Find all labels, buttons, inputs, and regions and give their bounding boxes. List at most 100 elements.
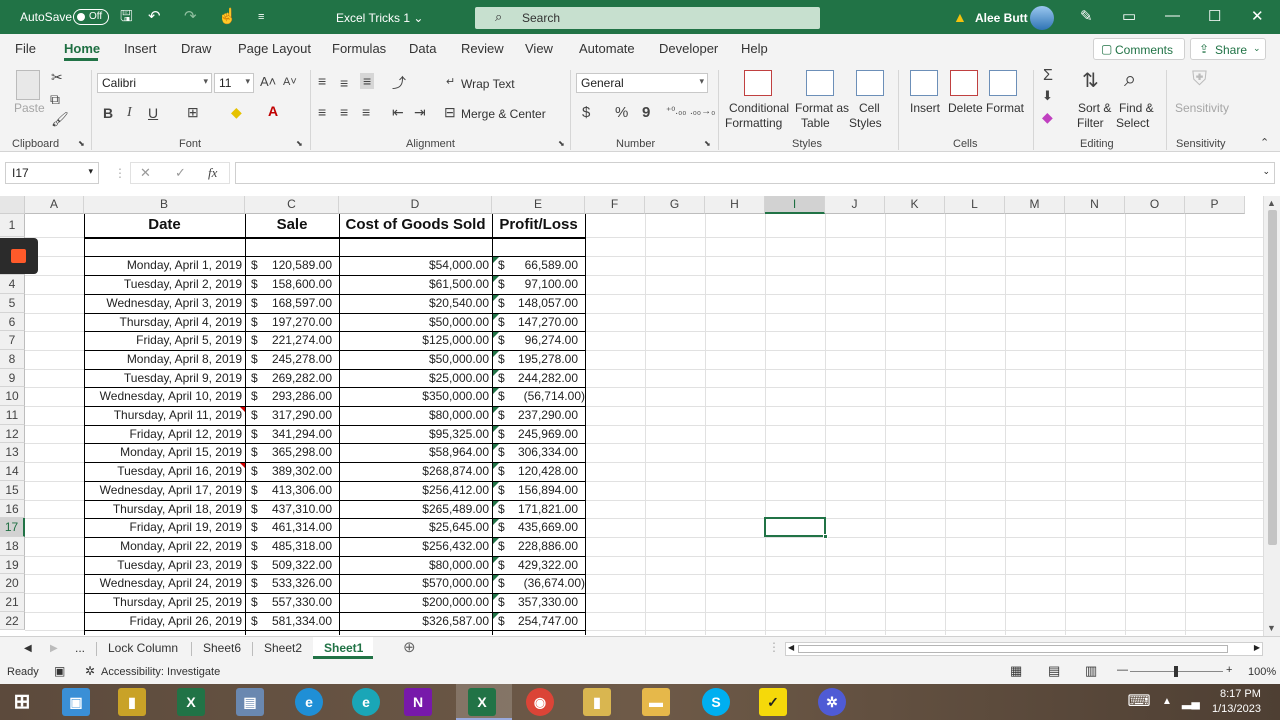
- table-header-cell[interactable]: Sale: [245, 216, 339, 233]
- table-cell-date[interactable]: Thursday, April 18, 2019: [84, 500, 245, 519]
- tab-insert[interactable]: Insert: [124, 41, 157, 56]
- scrollbar-thumb[interactable]: [798, 645, 1228, 653]
- scroll-down-icon[interactable]: ▼: [1267, 623, 1276, 633]
- table-cell-profit[interactable]: 435,669.00: [492, 518, 585, 537]
- table-cell-sale[interactable]: 533,326.00: [245, 574, 335, 593]
- font-name-select[interactable]: Calibri ▾: [97, 73, 212, 93]
- table-cell-cogs[interactable]: $58,964.00: [339, 443, 492, 462]
- fill-handle[interactable]: [823, 534, 828, 539]
- sheet-tab-sheet1[interactable]: Sheet1: [324, 641, 363, 655]
- wrap-text-button[interactable]: Wrap Text: [461, 77, 515, 91]
- row-header[interactable]: 7: [0, 331, 25, 350]
- table-cell-profit[interactable]: 96,274.00: [492, 331, 585, 350]
- orientation-icon[interactable]: ⤴: [392, 73, 406, 93]
- table-cell-profit[interactable]: 244,282.00: [492, 369, 585, 388]
- table-cell-sale[interactable]: 221,274.00: [245, 331, 335, 350]
- row-header[interactable]: 16: [0, 500, 25, 518]
- tab-data[interactable]: Data: [409, 41, 436, 56]
- table-cell-cogs[interactable]: $50,000.00: [339, 313, 492, 332]
- row-header[interactable]: 15: [0, 481, 25, 500]
- borders-icon[interactable]: ⊞: [187, 104, 199, 121]
- scroll-right-icon[interactable]: ▶: [1254, 643, 1260, 652]
- cell-styles-icon[interactable]: [856, 70, 884, 96]
- table-cell-sale[interactable]: 365,298.00: [245, 443, 335, 462]
- expand-formula-icon[interactable]: ⌄: [1262, 166, 1270, 177]
- network-icon[interactable]: ▂▄: [1180, 688, 1202, 716]
- sheet-tab-sheet6[interactable]: Sheet6: [203, 641, 241, 655]
- row-header[interactable]: 8: [0, 350, 25, 369]
- insert-cells-icon[interactable]: [910, 70, 938, 96]
- excel-app-icon[interactable]: X: [177, 688, 205, 716]
- column-header-p[interactable]: P: [1185, 196, 1245, 214]
- table-cell-cogs[interactable]: $25,645.00: [339, 518, 492, 537]
- document-title[interactable]: Excel Tricks 1 ⌄: [336, 11, 423, 25]
- recording-overlay-button[interactable]: [0, 238, 38, 274]
- merge-center-icon[interactable]: ⊟: [444, 104, 456, 121]
- table-cell-profit[interactable]: 148,057.00: [492, 294, 585, 313]
- table-cell-cogs[interactable]: $25,000.00: [339, 369, 492, 388]
- table-cell-cogs[interactable]: $125,000.00: [339, 331, 492, 350]
- align-left-icon[interactable]: ≡: [318, 104, 326, 120]
- show-hidden-icons[interactable]: ▲: [1158, 688, 1176, 716]
- touch-mode-icon[interactable]: ☝: [218, 8, 237, 26]
- tab-file[interactable]: File: [15, 41, 36, 56]
- conditional-formatting-label-2[interactable]: Formatting: [725, 116, 782, 130]
- alignment-launcher-icon[interactable]: ⬊: [558, 139, 565, 148]
- table-cell-profit[interactable]: 156,894.00: [492, 481, 585, 500]
- skype-icon[interactable]: S: [702, 688, 730, 716]
- save-icon[interactable]: 🖫: [120, 8, 133, 26]
- table-cell-profit[interactable]: 306,334.00: [492, 443, 585, 462]
- close-icon[interactable]: ✕: [1251, 7, 1264, 25]
- customize-qat-icon[interactable]: ≡: [258, 8, 264, 26]
- cell-styles-label-1[interactable]: Cell: [859, 101, 880, 115]
- row-header[interactable]: 10: [0, 387, 25, 406]
- folder-icon[interactable]: ▬: [642, 688, 670, 716]
- maximize-icon[interactable]: ☐: [1208, 7, 1221, 25]
- tab-view[interactable]: View: [525, 41, 553, 56]
- italic-button[interactable]: I: [127, 105, 132, 121]
- bottom-align-icon[interactable]: ≡: [360, 73, 375, 89]
- insert-cells-button[interactable]: Insert: [910, 101, 940, 115]
- column-header-k[interactable]: K: [885, 196, 945, 214]
- comments-button[interactable]: ▢ Comments: [1093, 38, 1185, 60]
- table-cell-cogs[interactable]: $20,540.00: [339, 294, 492, 313]
- column-header-n[interactable]: N: [1065, 196, 1125, 214]
- format-as-table-label-1[interactable]: Format as: [795, 101, 849, 115]
- column-header-c[interactable]: C: [245, 196, 339, 214]
- keyboard-icon[interactable]: ⌨: [1124, 688, 1154, 716]
- table-cell-sale[interactable]: 581,334.00: [245, 612, 335, 631]
- settings-gear-icon[interactable]: ✲: [818, 688, 846, 716]
- table-cell-date[interactable]: Wednesday, April 17, 2019: [84, 481, 245, 500]
- table-cell-sale[interactable]: 461,314.00: [245, 518, 335, 537]
- table-cell-cogs[interactable]: $268,874.00: [339, 462, 492, 481]
- table-cell-date[interactable]: Monday, April 15, 2019: [84, 443, 245, 462]
- cancel-formula-icon[interactable]: ✕: [140, 165, 151, 181]
- table-cell-date[interactable]: Tuesday, April 9, 2019: [84, 369, 245, 388]
- table-cell-profit[interactable]: (36,674.00): [492, 574, 585, 593]
- format-cells-icon[interactable]: [989, 70, 1017, 96]
- sheet-tab-lock-column[interactable]: Lock Column: [108, 641, 178, 655]
- share-button[interactable]: ⇪ Share ⌄: [1190, 38, 1266, 60]
- wrap-text-icon[interactable]: ↵: [446, 75, 455, 88]
- row-header[interactable]: 18: [0, 537, 25, 556]
- accessibility-status[interactable]: Accessibility: Investigate: [101, 666, 220, 678]
- ribbon-display-icon[interactable]: ▭: [1122, 7, 1136, 25]
- column-header-f[interactable]: F: [585, 196, 645, 214]
- table-cell-sale[interactable]: 389,302.00: [245, 462, 335, 481]
- table-cell-sale[interactable]: 317,290.00: [245, 406, 335, 425]
- table-cell-date[interactable]: Thursday, April 11, 2019: [84, 406, 245, 425]
- table-cell-date[interactable]: Monday, April 22, 2019: [84, 537, 245, 556]
- chrome-icon[interactable]: ◉: [526, 688, 554, 716]
- table-cell-sale[interactable]: 557,330.00: [245, 593, 335, 612]
- add-sheet-icon[interactable]: ⊕: [403, 638, 416, 656]
- table-cell-profit[interactable]: 228,886.00: [492, 537, 585, 556]
- sensitivity-button[interactable]: Sensitivity: [1175, 101, 1229, 115]
- sort-filter-label-1[interactable]: Sort &: [1078, 101, 1111, 115]
- table-cell-cogs[interactable]: $256,412.00: [339, 481, 492, 500]
- taskbar-clock[interactable]: 8:17 PM 1/13/2023: [1212, 687, 1261, 717]
- table-cell-date[interactable]: Tuesday, April 23, 2019: [84, 556, 245, 575]
- number-launcher-icon[interactable]: ⬊: [704, 139, 711, 148]
- table-cell-date[interactable]: Tuesday, April 16, 2019: [84, 462, 245, 481]
- clear-icon[interactable]: ◆: [1042, 109, 1053, 126]
- page-layout-view-icon[interactable]: ▤: [1048, 663, 1060, 679]
